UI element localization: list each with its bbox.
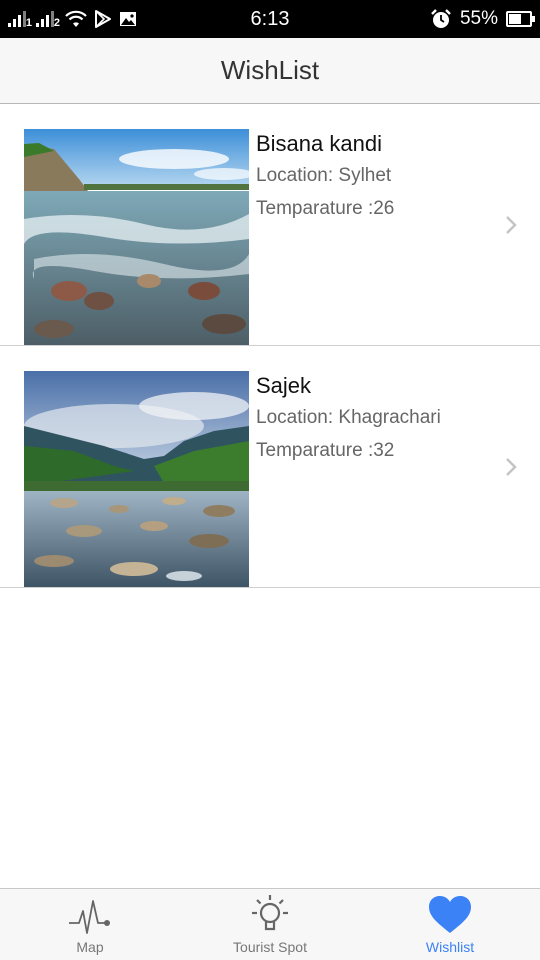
- nav-header: WishList: [0, 38, 540, 104]
- tab-tourist-spot[interactable]: Tourist Spot: [180, 889, 360, 960]
- status-bar: 1 2 6:13 55%: [0, 0, 540, 38]
- wishlist-list: Bisana kandi Location: Sylhet Temparatur…: [0, 104, 540, 588]
- alarm-icon: [431, 9, 451, 28]
- battery-percent: 55%: [459, 8, 498, 29]
- spot-temperature: Temparature :26: [256, 198, 395, 219]
- spot-name: Sajek: [256, 373, 312, 398]
- page-title: WishList: [220, 55, 320, 85]
- heart-icon: [429, 896, 471, 933]
- tab-label: Tourist Spot: [233, 939, 307, 955]
- wishlist-item[interactable]: Bisana kandi Location: Sylhet Temparatur…: [0, 104, 540, 346]
- pulse-icon: [69, 900, 110, 934]
- tab-bar: Map Tourist Spot Wishlist: [0, 888, 540, 960]
- wishlist-item[interactable]: Sajek Location: Khagrachari Temparature …: [0, 346, 540, 588]
- tab-label: Wishlist: [425, 939, 475, 955]
- tab-label: Map: [76, 939, 104, 955]
- status-right: 55%: [430, 6, 535, 32]
- lightbulb-icon: [252, 895, 288, 931]
- chevron-right-icon: [506, 458, 517, 476]
- chevron-right-icon: [506, 216, 517, 234]
- spot-photo: [24, 371, 249, 587]
- spot-location: Location: Khagrachari: [256, 407, 441, 428]
- battery-icon: [506, 11, 535, 27]
- spot-location: Location: Sylhet: [256, 165, 392, 186]
- spot-name: Bisana kandi: [256, 131, 382, 156]
- tab-map[interactable]: Map: [0, 889, 180, 960]
- spot-photo: [24, 129, 249, 345]
- spot-temperature: Temparature :32: [256, 440, 395, 461]
- tab-wishlist[interactable]: Wishlist: [360, 889, 540, 960]
